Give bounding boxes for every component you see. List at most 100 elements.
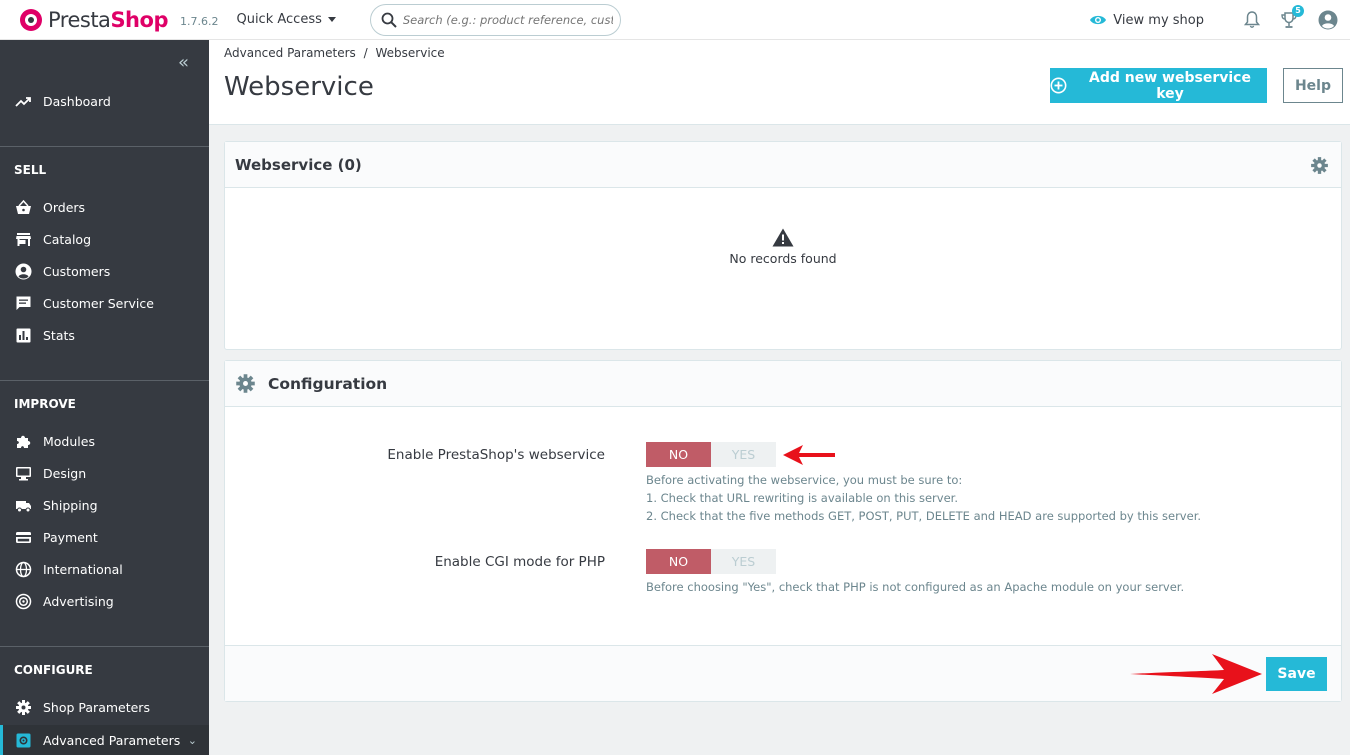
gear-icon bbox=[16, 699, 31, 715]
sidebar-item-customer-service[interactable]: Customer Service bbox=[0, 289, 209, 317]
sidebar-item-dashboard[interactable]: Dashboard bbox=[0, 87, 209, 115]
divider bbox=[0, 380, 209, 381]
help-line: 1. Check that URL rewriting is available… bbox=[646, 491, 958, 505]
sidebar-item-label: Shop Parameters bbox=[43, 699, 150, 715]
cgi-mode-switch[interactable]: NO YES bbox=[646, 549, 776, 574]
collapse-sidebar-icon[interactable]: « bbox=[178, 52, 189, 73]
panel-title: Webservice (0) bbox=[235, 155, 362, 174]
shopping-basket-icon bbox=[16, 199, 31, 214]
divider bbox=[0, 146, 209, 147]
prestashop-logo[interactable]: PrestaShop bbox=[20, 8, 168, 32]
breadcrumb-parent-link[interactable]: Advanced Parameters bbox=[224, 46, 356, 60]
sidebar-item-label: Shipping bbox=[43, 497, 98, 513]
notifications-button[interactable] bbox=[1244, 11, 1260, 29]
sidebar-item-payment[interactable]: Payment bbox=[0, 523, 209, 551]
credit-card-icon bbox=[16, 531, 31, 543]
panel-footer: Save bbox=[225, 645, 1341, 701]
page-header: Advanced Parameters / Webservice Webserv… bbox=[209, 40, 1350, 125]
sidebar-item-orders[interactable]: Orders bbox=[0, 193, 209, 221]
annotation-arrow-icon bbox=[783, 445, 835, 465]
section-improve-title: IMPROVE bbox=[14, 397, 76, 411]
globe-icon bbox=[15, 561, 32, 577]
chat-icon bbox=[16, 296, 31, 310]
logo-text-suffix: Shop bbox=[110, 7, 168, 32]
trending-up-icon bbox=[15, 96, 31, 107]
sidebar-item-label: Advanced Parameters bbox=[43, 732, 181, 748]
divider bbox=[0, 646, 209, 647]
breadcrumb-separator: / bbox=[363, 46, 368, 60]
sidebar-item-label: Orders bbox=[43, 199, 86, 215]
sidebar-item-label: Design bbox=[43, 465, 87, 481]
search-icon bbox=[381, 12, 397, 28]
webservice-enable-label: Enable PrestaShop's webservice bbox=[387, 447, 605, 463]
panel-heading: Configuration bbox=[225, 361, 1341, 407]
sidebar-item-international[interactable]: International bbox=[0, 555, 209, 583]
sidebar-item-advanced-parameters[interactable]: Advanced Parameters ⌄ bbox=[0, 725, 209, 755]
empty-state: No records found bbox=[225, 228, 1341, 266]
caret-down-icon bbox=[327, 17, 336, 22]
add-webservice-key-button[interactable]: Add new webservice key bbox=[1050, 68, 1267, 103]
help-line: Before activating the webservice, you mu… bbox=[646, 473, 963, 487]
switch-yes-option[interactable]: YES bbox=[711, 442, 776, 467]
sidebar-item-label: International bbox=[43, 561, 123, 577]
webservice-enable-switch[interactable]: NO YES bbox=[646, 442, 776, 467]
search-input[interactable] bbox=[402, 12, 613, 27]
sidebar-item-stats[interactable]: Stats bbox=[0, 321, 209, 349]
radar-icon bbox=[15, 593, 32, 609]
switch-no-option[interactable]: NO bbox=[646, 549, 711, 574]
webservice-help-text: Before activating the webservice, you mu… bbox=[646, 471, 1201, 525]
help-button[interactable]: Help bbox=[1283, 68, 1343, 103]
section-configure-title: CONFIGURE bbox=[14, 663, 93, 677]
switch-no-option[interactable]: NO bbox=[646, 442, 711, 467]
switch-yes-option[interactable]: YES bbox=[711, 549, 776, 574]
sidebar-item-label: Stats bbox=[43, 327, 75, 343]
breadcrumb-current: Webservice bbox=[375, 46, 445, 60]
breadcrumb: Advanced Parameters / Webservice bbox=[224, 46, 445, 60]
help-line: 2. Check that the five methods GET, POST… bbox=[646, 509, 1202, 523]
chevron-down-icon: ⌄ bbox=[187, 733, 197, 747]
sidebar-item-catalog[interactable]: Catalog bbox=[0, 225, 209, 253]
panel-title: Configuration bbox=[268, 374, 388, 393]
save-button[interactable]: Save bbox=[1266, 657, 1327, 691]
sidebar-item-label: Advertising bbox=[43, 593, 114, 609]
sidebar-item-label: Customer Service bbox=[43, 295, 154, 311]
sidebar-item-label: Customers bbox=[43, 263, 111, 279]
bell-icon bbox=[1244, 11, 1260, 28]
list-settings-icon[interactable] bbox=[1310, 156, 1329, 179]
add-webservice-key-label: Add new webservice key bbox=[1089, 69, 1251, 102]
sidebar-item-shipping[interactable]: Shipping bbox=[0, 491, 209, 519]
sidebar-item-label: Catalog bbox=[43, 231, 92, 247]
sidebar-item-advertising[interactable]: Advertising bbox=[0, 587, 209, 615]
annotation-arrow-icon bbox=[1130, 654, 1262, 694]
sidebar-item-label: Dashboard bbox=[43, 93, 111, 109]
sidebar-item-label: Payment bbox=[43, 529, 98, 545]
gear-icon bbox=[236, 374, 255, 393]
cgi-mode-label: Enable CGI mode for PHP bbox=[434, 554, 605, 570]
sidebar-item-design[interactable]: Design bbox=[0, 459, 209, 487]
eye-icon bbox=[1090, 15, 1107, 25]
cgi-help-text: Before choosing "Yes", check that PHP is… bbox=[646, 580, 1185, 594]
sidebar-item-shop-parameters[interactable]: Shop Parameters bbox=[0, 693, 209, 721]
top-bar: PrestaShop 1.7.6.2 Quick Access View my … bbox=[0, 0, 1350, 40]
sidebar-item-customers[interactable]: Customers bbox=[0, 257, 209, 285]
panel-heading: Webservice (0) bbox=[225, 142, 1341, 188]
logo-icon bbox=[20, 8, 42, 31]
sidebar: « Dashboard SELL Orders Catalog Customer… bbox=[0, 40, 209, 755]
section-sell-title: SELL bbox=[14, 163, 47, 177]
trophy-button[interactable]: 5 bbox=[1280, 5, 1304, 29]
quick-access-dropdown[interactable]: Quick Access bbox=[236, 12, 336, 27]
warning-icon bbox=[772, 228, 794, 247]
view-my-shop-link[interactable]: View my shop bbox=[1089, 13, 1204, 28]
sidebar-item-modules[interactable]: Modules bbox=[0, 427, 209, 455]
quick-access-label: Quick Access bbox=[236, 12, 322, 27]
account-button[interactable] bbox=[1318, 10, 1338, 30]
view-my-shop-label: View my shop bbox=[1113, 12, 1204, 28]
logo-text-prefix: Presta bbox=[48, 7, 111, 32]
user-avatar-icon bbox=[1318, 10, 1338, 30]
puzzle-icon bbox=[17, 435, 31, 448]
page-title: Webservice bbox=[224, 72, 374, 102]
store-icon bbox=[16, 232, 31, 246]
search-box[interactable] bbox=[369, 3, 621, 36]
sidebar-item-label: Modules bbox=[43, 433, 95, 449]
account-circle-icon bbox=[15, 263, 32, 279]
